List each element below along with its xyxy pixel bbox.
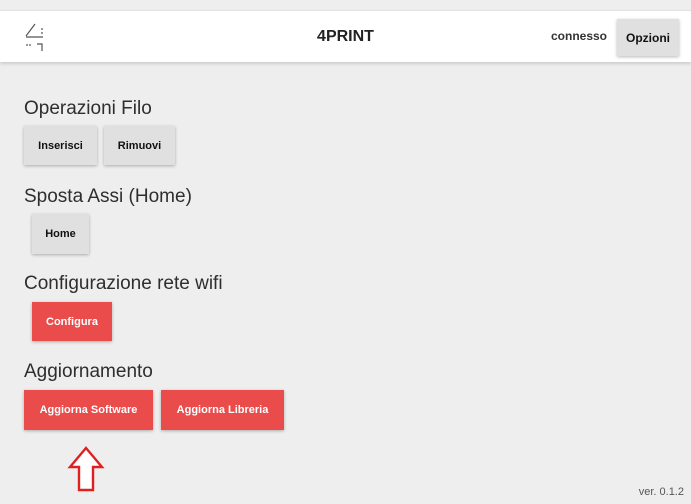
section-title-filo: Operazioni Filo: [24, 98, 152, 119]
version-label: ver. 0.1.2: [638, 486, 684, 498]
connection-status: connesso: [551, 29, 608, 43]
top-bar: 4PRINT connesso Opzioni: [0, 10, 691, 62]
insert-filament-button[interactable]: Inserisci: [24, 126, 97, 165]
configure-wifi-button[interactable]: Configura: [32, 302, 112, 341]
options-button[interactable]: Opzioni: [617, 19, 679, 56]
remove-filament-button[interactable]: Rimuovi: [104, 126, 175, 165]
update-software-button[interactable]: Aggiorna Software: [24, 390, 153, 430]
section-title-assi: Sposta Assi (Home): [24, 186, 192, 207]
home-axes-button[interactable]: Home: [32, 214, 89, 254]
arrow-up-outline-icon: [67, 446, 105, 492]
update-library-button[interactable]: Aggiorna Libreria: [161, 390, 284, 430]
section-title-update: Aggiornamento: [24, 361, 153, 382]
section-title-wifi: Configurazione rete wifi: [24, 273, 223, 294]
